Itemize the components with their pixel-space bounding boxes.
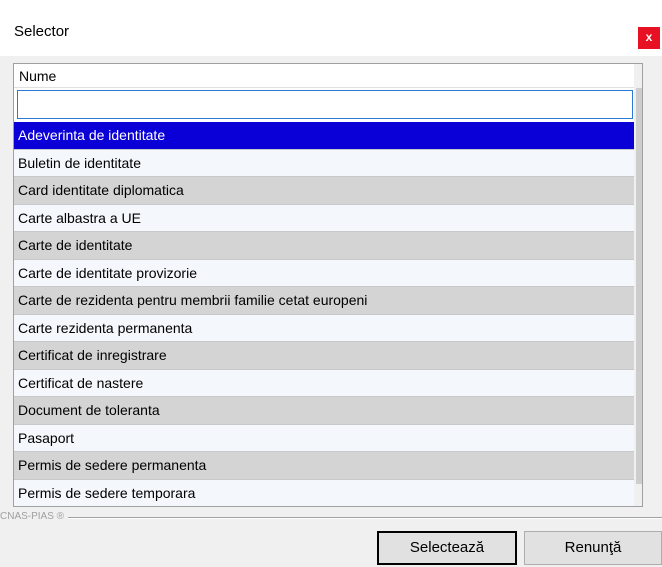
table-row[interactable]: Adeverinta de identitate bbox=[14, 122, 634, 150]
select-button[interactable]: Selectează bbox=[377, 531, 517, 565]
table-row[interactable]: Carte albastra a UE bbox=[14, 204, 634, 232]
chevron-down-icon[interactable]: ∨ bbox=[634, 486, 642, 506]
table-row[interactable]: Carte de rezidenta pentru membrii famili… bbox=[14, 287, 634, 315]
vertical-scrollbar[interactable]: ^ ∨ bbox=[634, 64, 642, 506]
filter-input[interactable] bbox=[17, 90, 633, 119]
column-header-nume[interactable]: Nume bbox=[14, 64, 634, 88]
window-title: Selector bbox=[14, 23, 70, 40]
title-bar: Selector x bbox=[0, 0, 662, 56]
table-row[interactable]: Pasaport bbox=[14, 424, 634, 452]
cancel-button[interactable]: Renunţă bbox=[524, 531, 662, 565]
chevron-up-icon[interactable]: ^ bbox=[634, 64, 642, 86]
table-row[interactable]: Carte de identitate provizorie bbox=[14, 259, 634, 287]
table-row[interactable]: Permis de sedere permanenta bbox=[14, 452, 634, 480]
selector-grid: Nume Adeverinta de identitate Buletin de … bbox=[13, 63, 643, 507]
footer-group-label: CNAS-PIAS ® bbox=[0, 511, 69, 522]
scroll-thumb[interactable] bbox=[636, 88, 642, 484]
rows-list: Adeverinta de identitate Buletin de ident… bbox=[14, 122, 634, 506]
table-row[interactable]: Carte rezidenta permanenta bbox=[14, 314, 634, 342]
footer-separator bbox=[0, 517, 662, 519]
table-row[interactable]: Certificat de nastere bbox=[14, 369, 634, 397]
table-row[interactable]: Buletin de identitate bbox=[14, 149, 634, 177]
close-icon: x bbox=[645, 30, 653, 44]
table-row[interactable]: Card identitate diplomatica bbox=[14, 177, 634, 205]
table-row[interactable]: Permis de sedere temporara bbox=[14, 479, 634, 506]
close-button[interactable]: x bbox=[638, 27, 660, 49]
table-row[interactable]: Carte de identitate bbox=[14, 232, 634, 260]
table-row[interactable]: Certificat de inregistrare bbox=[14, 342, 634, 370]
table-row[interactable]: Document de toleranta bbox=[14, 397, 634, 425]
